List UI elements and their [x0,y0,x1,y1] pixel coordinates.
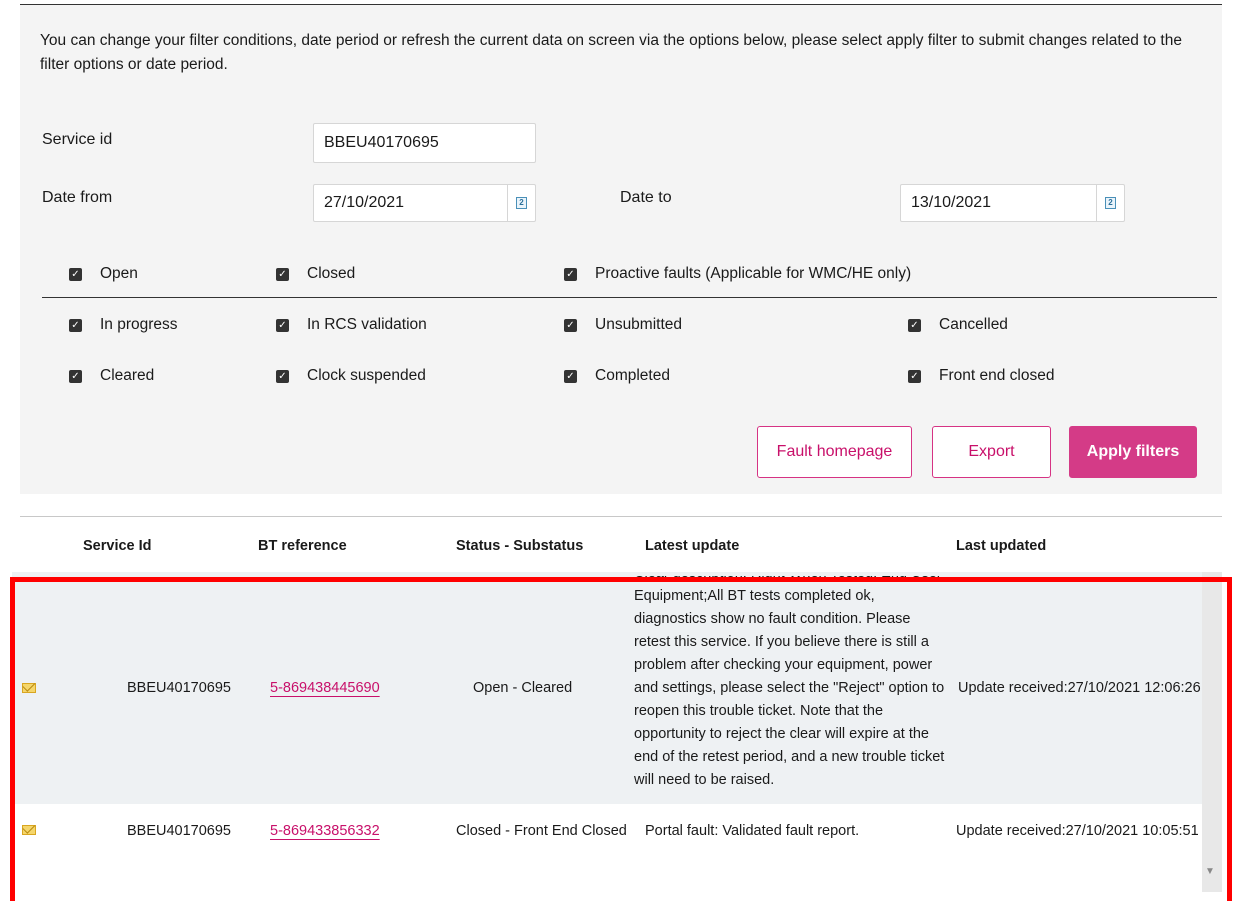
proactive-faults-label: Proactive faults (Applicable for WMC/HE … [595,265,912,282]
checkbox-checked-icon: ✓ [276,318,289,332]
mail-icon [22,683,36,693]
row-last-updated: Update received:27/10/2021 12:06:26 [958,680,1201,696]
apply-filters-button[interactable]: Apply filters [1069,426,1197,478]
service-id-label: Service id [42,131,113,148]
row-service-id: BBEU40170695 [127,823,231,839]
service-id-input[interactable]: BBEU40170695 [313,123,536,163]
completed-label: Completed [595,367,670,384]
checkbox-checked-icon: ✓ [564,318,577,332]
date-from-value: 27/10/2021 [324,194,405,211]
column-header-bt-reference: BT reference [258,538,347,554]
checkbox-checked-icon: ✓ [564,267,577,281]
checkbox-checked-icon: ✓ [69,369,82,383]
export-button[interactable]: Export [932,426,1051,478]
checkbox-checked-icon: ✓ [276,369,289,383]
date-to-value: 13/10/2021 [911,194,992,211]
closed-checkbox[interactable]: ✓ Closed [276,265,355,283]
mail-icon [22,825,36,835]
row-latest-update-text: Clear description: Right When Tested, En… [634,576,945,788]
front-end-closed-checkbox[interactable]: ✓ Front end closed [908,367,1054,385]
checkbox-checked-icon: ✓ [69,267,82,281]
in-progress-label: In progress [100,316,178,333]
open-checkbox[interactable]: ✓ Open [69,265,138,283]
checkbox-checked-icon: ✓ [908,369,921,383]
calendar-icon: 2 [1105,197,1116,209]
in-rcs-validation-label: In RCS validation [307,316,427,333]
in-rcs-validation-checkbox[interactable]: ✓ In RCS validation [276,316,427,334]
completed-checkbox[interactable]: ✓ Completed [564,367,670,385]
calendar-icon: 2 [516,197,527,209]
filter-intro-text: You can change your filter conditions, d… [40,32,1182,73]
filter-panel: You can change your filter conditions, d… [20,4,1222,494]
scroll-down-arrow-icon[interactable]: ▼ [1205,866,1215,877]
row-service-id: BBEU40170695 [127,680,231,696]
column-header-last-updated: Last updated [956,538,1047,554]
table-top-border [20,516,1222,517]
clock-suspended-checkbox[interactable]: ✓ Clock suspended [276,367,426,385]
checkbox-checked-icon: ✓ [908,318,921,332]
date-from-label: Date from [42,189,113,206]
checkbox-checked-icon: ✓ [276,267,289,281]
open-label: Open [100,265,138,282]
date-from-input[interactable]: 27/10/2021 [313,184,536,222]
cancelled-label: Cancelled [939,316,1008,333]
cleared-label: Cleared [100,367,155,384]
closed-label: Closed [307,265,356,282]
row-bt-reference-link[interactable]: 5-869433856332 [270,823,380,839]
table-scrollbar[interactable] [1202,572,1222,892]
column-header-latest-update: Latest update [645,538,740,554]
proactive-faults-checkbox[interactable]: ✓ Proactive faults (Applicable for WMC/H… [564,265,911,283]
date-to-input[interactable]: 13/10/2021 [900,184,1125,222]
column-header-service-id: Service Id [83,538,152,554]
in-progress-checkbox[interactable]: ✓ In progress [69,316,178,334]
checkbox-checked-icon: ✓ [564,369,577,383]
unsubmitted-label: Unsubmitted [595,316,683,333]
row-latest-update: Portal fault: Validated fault report. [645,823,860,839]
cancelled-checkbox[interactable]: ✓ Cancelled [908,316,1008,334]
date-to-calendar-button[interactable]: 2 [1096,185,1124,221]
row-latest-update: Clear description: Right When Tested, En… [634,576,946,802]
front-end-closed-label: Front end closed [939,367,1055,384]
cleared-checkbox[interactable]: ✓ Cleared [69,367,154,385]
clock-suspended-label: Clock suspended [307,367,426,384]
date-to-label: Date to [620,189,672,206]
fault-homepage-button[interactable]: Fault homepage [757,426,912,478]
row-status: Closed - Front End Closed [456,823,627,839]
checkbox-checked-icon: ✓ [69,318,82,332]
row-bt-reference-link[interactable]: 5-869438445690 [270,680,380,696]
filter-divider [42,297,1217,298]
table-row[interactable] [12,804,1222,901]
row-status: Open - Cleared [473,680,573,696]
row-last-updated: Update received:27/10/2021 10:05:51 [956,823,1199,839]
unsubmitted-checkbox[interactable]: ✓ Unsubmitted [564,316,682,334]
date-from-calendar-button[interactable]: 2 [507,185,535,221]
column-header-status: Status - Substatus [456,538,584,554]
